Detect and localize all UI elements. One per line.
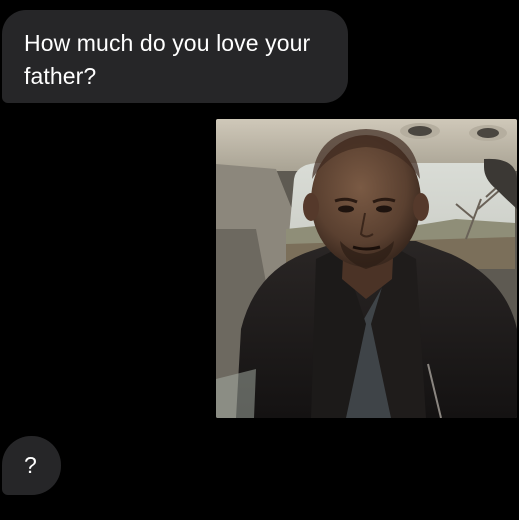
- message-text: How much do you love your father?: [24, 30, 311, 89]
- conversation-view: How much do you love your father? ?: [0, 0, 519, 520]
- photo-illustration: [216, 119, 517, 418]
- message-text: ?: [24, 452, 37, 478]
- message-bubble-question[interactable]: How much do you love your father?: [2, 10, 348, 103]
- message-bubble-reply[interactable]: ?: [2, 436, 61, 495]
- photo-attachment[interactable]: [216, 119, 517, 418]
